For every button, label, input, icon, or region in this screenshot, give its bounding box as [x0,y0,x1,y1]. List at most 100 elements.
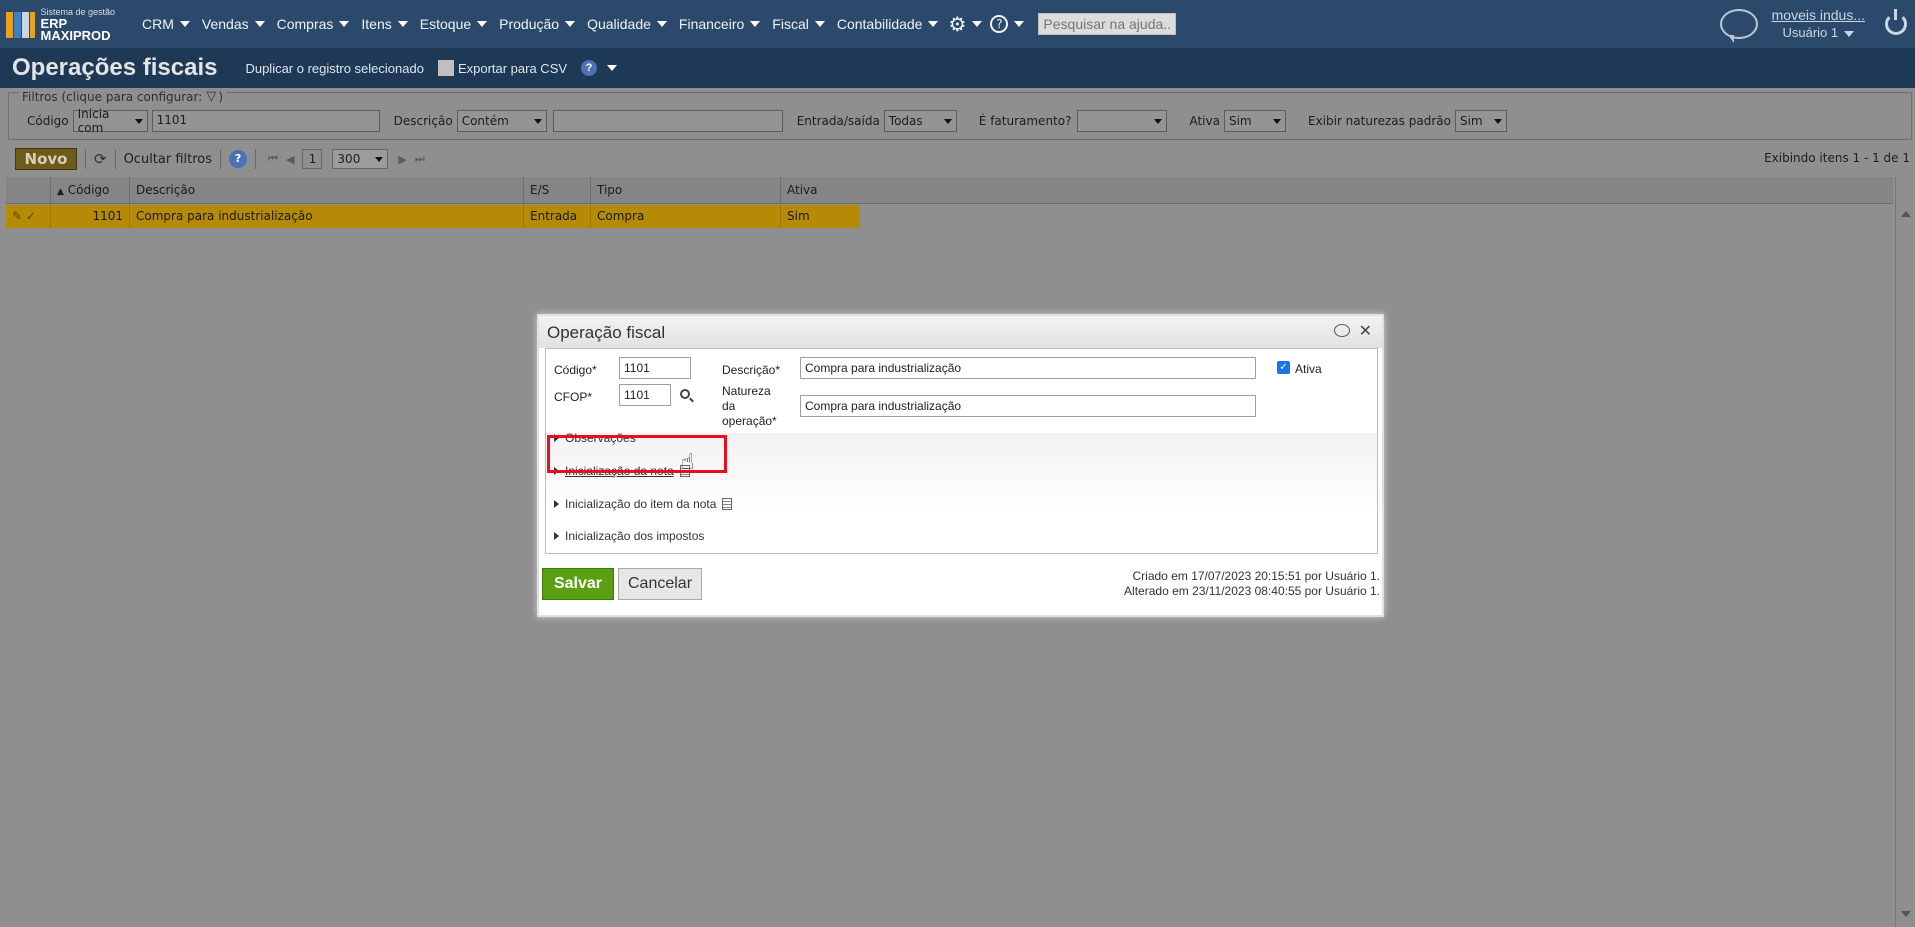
select-value: Sim [1459,114,1483,128]
hide-filters-button[interactable]: Ocultar filtros [124,152,212,167]
filter-faturamento-label: É faturamento? [978,114,1072,128]
grid-scrollbar[interactable] [1895,177,1915,927]
filter-es-label: Entrada/saída [796,114,880,128]
chevron-down-icon [1014,21,1025,27]
menu-contabilidade[interactable]: Contabilidade [837,16,939,32]
duplicate-button[interactable]: Duplicar o registro selecionado [245,61,423,76]
refresh-icon[interactable]: ⟳ [94,150,107,168]
cfop-input[interactable]: 1101 [619,384,671,406]
hand-pointer-icon: ☝ [681,450,695,475]
column-header-descricao[interactable]: Descrição [130,177,524,204]
menu-estoque[interactable]: Estoque [420,16,488,32]
filter-codigo-operator[interactable]: Inicia com [72,107,148,135]
section-inicializacao-impostos[interactable]: Inicialização dos impostos [554,529,704,543]
chevron-down-icon [179,21,190,27]
logo-mark-icon [6,10,37,38]
page-number-input[interactable]: 1 [302,149,323,169]
natureza-input[interactable]: Compra para industrialização [800,395,1256,417]
table-row[interactable]: ✎ ✓ 1101 Compra para industrialização En… [6,205,860,228]
save-button[interactable]: Salvar [542,568,614,600]
menu-label: Financeiro [678,16,745,32]
descricao-label: Descrição* [722,363,781,377]
chevron-down-icon [375,156,384,162]
menu-financeiro[interactable]: Financeiro [678,16,761,32]
select-value: Todas [888,114,923,128]
document-icon[interactable] [722,498,733,510]
natureza-label-line: Natureza [722,384,771,398]
filter-descricao-operator[interactable]: Contém [456,110,547,132]
user-menu[interactable]: moveis indus... Usuário 1 [1772,6,1865,42]
filters-legend[interactable]: Filtros (clique para configurar: ▽) [19,89,226,104]
help-icon: ? [990,15,1009,33]
ativa-checkbox[interactable]: ✓ [1277,361,1290,374]
search-icon[interactable] [680,389,690,399]
filter-padrao-select[interactable]: Sim [1454,110,1507,132]
chevron-down-icon [1493,118,1502,124]
created-info: Criado em 17/07/2023 20:15:51 por Usuári… [1132,569,1381,583]
filter-icon[interactable]: ▽ [206,89,216,104]
chevron-down-icon [1844,31,1855,37]
toolbar-divider [114,149,116,169]
toolbar-divider [85,149,86,169]
erp-logo[interactable]: Sistema de gestão ERP MAXIPROD [6,6,136,42]
chevron-down-icon [339,21,350,27]
comment-icon[interactable] [1334,324,1350,337]
menu-vendas[interactable]: Vendas [202,16,265,32]
close-icon[interactable]: ✕ [1359,321,1372,340]
user-name: Usuário 1 [1782,25,1839,40]
select-value: 300 [337,152,361,166]
first-page-icon[interactable]: ⏮ [268,152,278,166]
filter-faturamento-select[interactable] [1077,110,1168,132]
scroll-down-icon[interactable] [1901,911,1911,917]
new-button[interactable]: Novo [15,148,77,170]
cancel-button[interactable]: Cancelar [618,568,702,600]
export-label: Exportar para CSV [457,60,568,76]
page-size-select[interactable]: 300 [332,149,389,169]
filter-ativa-select[interactable]: Sim [1223,110,1286,132]
export-csv-button[interactable]: Exportar para CSV [437,60,568,76]
column-header-codigo[interactable]: ▲ Código [51,177,130,204]
next-page-icon[interactable]: ▶ [398,153,406,166]
row-actions-icon[interactable]: ✎ ✓ [6,205,51,228]
filter-descricao-input[interactable] [552,110,783,132]
filter-codigo-input[interactable]: 1101 [151,110,380,132]
help-search-input[interactable] [1038,13,1177,35]
menu-fiscal[interactable]: Fiscal [772,16,825,32]
scroll-up-icon[interactable] [1901,211,1911,217]
page-title: Operações fiscais [12,54,218,81]
chat-icon[interactable] [1719,9,1758,43]
company-link[interactable]: moveis indus... [1772,6,1865,24]
menu-label: Itens [361,16,392,32]
column-header-ativa[interactable]: Ativa [781,177,1892,204]
menu-itens[interactable]: Itens [361,16,408,32]
chevron-down-icon [477,21,488,27]
menu-producao[interactable]: Produção [499,16,576,32]
menu-qualidade[interactable]: Qualidade [587,16,667,32]
chevron-down-icon [943,118,952,124]
descricao-input[interactable]: Compra para industrialização [800,357,1256,379]
user-name-dropdown[interactable]: Usuário 1 [1772,24,1865,42]
section-inicializacao-item[interactable]: Inicialização do item da nota [554,497,733,511]
column-header-tipo[interactable]: Tipo [591,177,781,204]
settings-menu[interactable]: ⚙ [948,12,983,36]
section-label: Inicialização do item da nota [565,497,717,511]
last-page-icon[interactable]: ⏭ [415,152,425,166]
page-help-button[interactable]: ? [581,60,618,76]
prev-page-icon[interactable]: ◀ [286,153,294,166]
grid-header: ▲ Código Descrição E/S Tipo Ativa [6,177,1893,204]
operacao-fiscal-dialog: Operação fiscal ✕ Código* 1101 CFOP* 110… [537,314,1384,617]
cell-codigo: 1101 [51,205,130,228]
menu-compras[interactable]: Compras [277,16,350,32]
grid-toolbar: Novo ⟳ Ocultar filtros ? ⏮ ◀ 1 300 ▶ ⏭ E… [15,148,1910,170]
codigo-input[interactable]: 1101 [619,357,691,379]
help-menu[interactable]: ? [990,15,1025,33]
menu-crm[interactable]: CRM [142,16,190,32]
power-icon[interactable] [1885,9,1907,35]
filter-es-select[interactable]: Todas [883,110,957,132]
main-menu: CRM Vendas Compras Itens Estoque Produçã… [136,12,1177,36]
chevron-down-icon [928,21,939,27]
chevron-down-icon [565,21,576,27]
column-header-es[interactable]: E/S [524,177,591,204]
modified-info: Alterado em 23/11/2023 08:40:55 por Usuá… [1124,584,1380,598]
grid-help-icon[interactable]: ? [229,150,248,168]
